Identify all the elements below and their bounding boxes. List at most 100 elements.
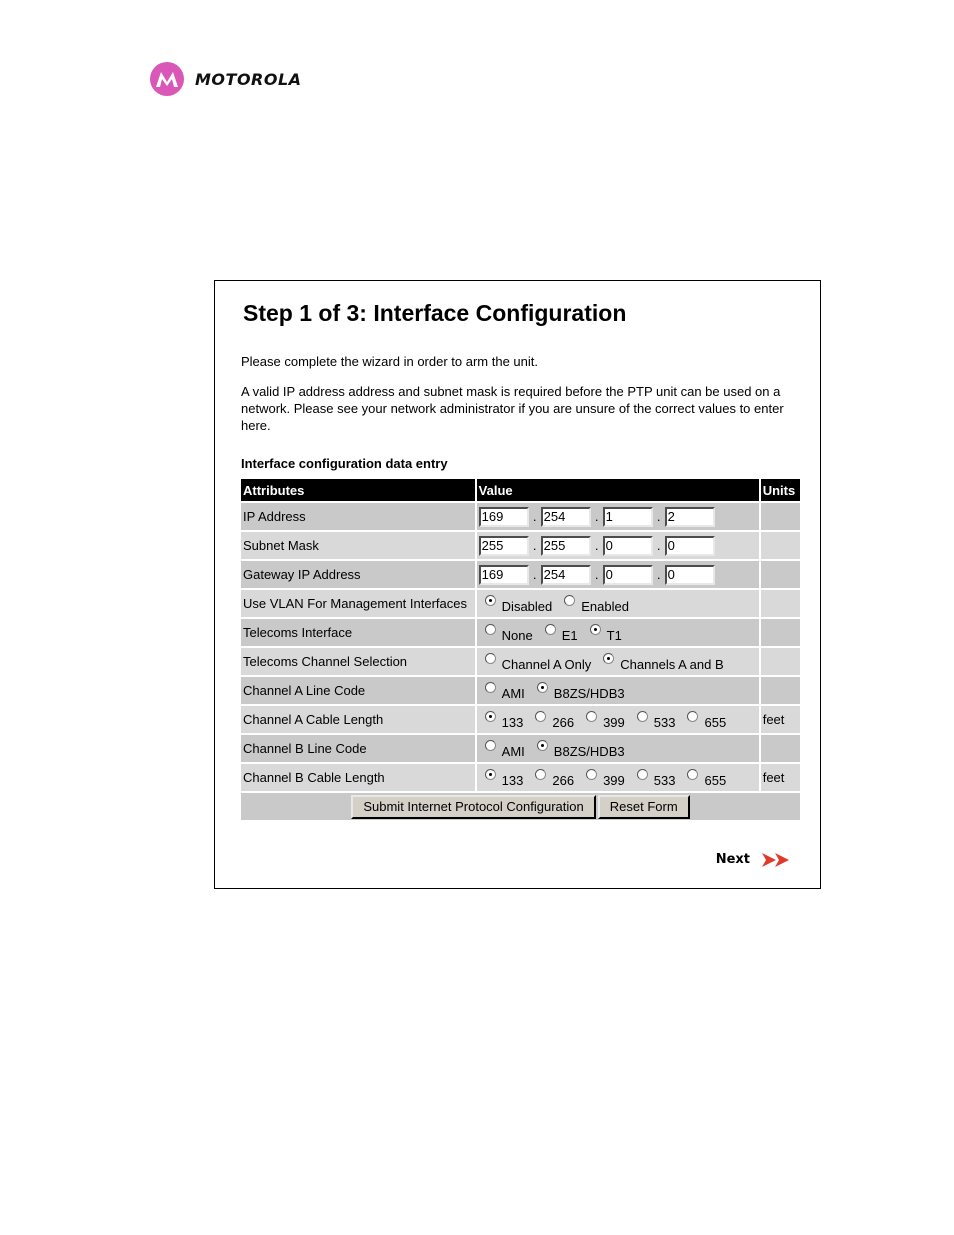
radio-label[interactable]: 133 — [502, 773, 524, 788]
radio-button[interactable] — [484, 595, 496, 606]
radio-label[interactable]: Channels A and B — [620, 657, 723, 672]
radio-label[interactable]: None — [502, 628, 533, 643]
gateway-ip-address-octet-4-input[interactable] — [664, 564, 715, 585]
radio-option-266[interactable]: 266 — [529, 769, 574, 788]
submit-button[interactable]: Submit Internet Protocol Configuration — [351, 794, 596, 819]
page-title: Step 1 of 3: Interface Configuration — [243, 300, 627, 326]
subnet-mask-octet-1-input[interactable] — [478, 535, 529, 556]
table-row-telecoms-channel-selection: Telecoms Channel Selection Channel A Only… — [241, 648, 800, 675]
subnet-mask-octet-4-input[interactable] — [664, 535, 715, 556]
radio-option-ami[interactable]: AMI — [479, 740, 525, 759]
radio-button[interactable] — [484, 624, 496, 635]
gateway-ip-address-octet-3-input[interactable] — [602, 564, 653, 585]
attribute-label: Channel A Line Code — [241, 677, 475, 704]
radio-button[interactable] — [603, 653, 615, 664]
double-chevron-right-icon[interactable] — [762, 852, 792, 867]
radio-button[interactable] — [687, 711, 699, 722]
radio-label[interactable]: B8ZS/HDB3 — [554, 744, 625, 759]
header-value: Value — [476, 479, 759, 501]
radio-button[interactable] — [484, 711, 496, 722]
gateway-ip-address-octet-1-input[interactable] — [478, 564, 529, 585]
radio-button[interactable] — [536, 740, 548, 751]
ip-separator: . — [532, 509, 537, 524]
radio-button[interactable] — [484, 682, 496, 693]
radio-button[interactable] — [636, 711, 648, 722]
radio-option-266[interactable]: 266 — [529, 711, 574, 730]
radio-label[interactable]: 266 — [552, 773, 574, 788]
ip-address-octet-2-input[interactable] — [540, 506, 591, 527]
radio-button[interactable] — [535, 711, 547, 722]
ip-separator: . — [532, 538, 537, 553]
radio-option-655[interactable]: 655 — [681, 769, 726, 788]
attribute-label: Subnet Mask — [241, 532, 475, 559]
attribute-label: IP Address — [241, 503, 475, 530]
radio-label[interactable]: Channel A Only — [502, 657, 592, 672]
attribute-label: Gateway IP Address — [241, 561, 475, 588]
radio-option-channels-a-and-b[interactable]: Channels A and B — [597, 653, 724, 672]
radio-label[interactable]: 655 — [704, 773, 726, 788]
radio-button[interactable] — [564, 595, 576, 606]
radio-option-channel-a-only[interactable]: Channel A Only — [479, 653, 592, 672]
radio-button[interactable] — [586, 769, 598, 780]
radio-button[interactable] — [589, 624, 601, 635]
radio-button[interactable] — [536, 682, 548, 693]
units-cell — [760, 619, 800, 646]
radio-option-133[interactable]: 133 — [479, 711, 524, 730]
radio-option-399[interactable]: 399 — [580, 711, 625, 730]
ip-address-octet-4-input[interactable] — [664, 506, 715, 527]
radio-label[interactable]: AMI — [502, 686, 525, 701]
radio-label[interactable]: 533 — [654, 715, 676, 730]
units-cell — [760, 677, 800, 704]
radio-button[interactable] — [484, 653, 496, 664]
radio-option-ami[interactable]: AMI — [479, 682, 525, 701]
table-row-subnet-mask: Subnet Mask... — [241, 532, 800, 559]
radio-option-133[interactable]: 133 — [479, 769, 524, 788]
ip-address-octet-3-input[interactable] — [602, 506, 653, 527]
radio-option-b8zs-hdb3[interactable]: B8ZS/HDB3 — [531, 682, 625, 701]
radio-label[interactable]: E1 — [562, 628, 578, 643]
next-label[interactable]: Next — [716, 852, 750, 867]
radio-label[interactable]: 133 — [502, 715, 524, 730]
attribute-label: Telecoms Interface — [241, 619, 475, 646]
ip-separator: . — [594, 567, 599, 582]
radio-option-533[interactable]: 533 — [631, 769, 676, 788]
radio-label[interactable]: 399 — [603, 773, 625, 788]
radio-label[interactable]: Enabled — [581, 599, 629, 614]
radio-group: AMI B8ZS/HDB3 — [479, 682, 757, 701]
radio-option-e1[interactable]: E1 — [539, 624, 578, 643]
radio-button[interactable] — [535, 769, 547, 780]
radio-label[interactable]: AMI — [502, 744, 525, 759]
motorola-logo: MOTOROLA — [150, 62, 302, 96]
radio-option-655[interactable]: 655 — [681, 711, 726, 730]
radio-label[interactable]: B8ZS/HDB3 — [554, 686, 625, 701]
ip-address-octet-1-input[interactable] — [478, 506, 529, 527]
radio-label[interactable]: 266 — [552, 715, 574, 730]
next-link[interactable]: Next — [716, 852, 792, 867]
radio-button[interactable] — [484, 769, 496, 780]
radio-button[interactable] — [586, 711, 598, 722]
ip-field-group: ... — [478, 535, 757, 556]
radio-option-b8zs-hdb3[interactable]: B8ZS/HDB3 — [531, 740, 625, 759]
ip-separator: . — [656, 509, 661, 524]
radio-option-none[interactable]: None — [479, 624, 533, 643]
radio-option-enabled[interactable]: Enabled — [558, 595, 629, 614]
radio-option-t1[interactable]: T1 — [584, 624, 622, 643]
interface-config-table: Attributes Value Units IP Address...Subn… — [239, 477, 802, 822]
radio-label[interactable]: 399 — [603, 715, 625, 730]
radio-option-533[interactable]: 533 — [631, 711, 676, 730]
radio-label[interactable]: Disabled — [502, 599, 553, 614]
radio-option-disabled[interactable]: Disabled — [479, 595, 553, 614]
radio-button[interactable] — [687, 769, 699, 780]
radio-button[interactable] — [636, 769, 648, 780]
radio-label[interactable]: 533 — [654, 773, 676, 788]
radio-button[interactable] — [544, 624, 556, 635]
reset-button[interactable]: Reset Form — [597, 794, 690, 819]
radio-label[interactable]: T1 — [607, 628, 622, 643]
units-cell — [760, 648, 800, 675]
radio-option-399[interactable]: 399 — [580, 769, 625, 788]
radio-button[interactable] — [484, 740, 496, 751]
subnet-mask-octet-2-input[interactable] — [540, 535, 591, 556]
subnet-mask-octet-3-input[interactable] — [602, 535, 653, 556]
radio-label[interactable]: 655 — [704, 715, 726, 730]
gateway-ip-address-octet-2-input[interactable] — [540, 564, 591, 585]
